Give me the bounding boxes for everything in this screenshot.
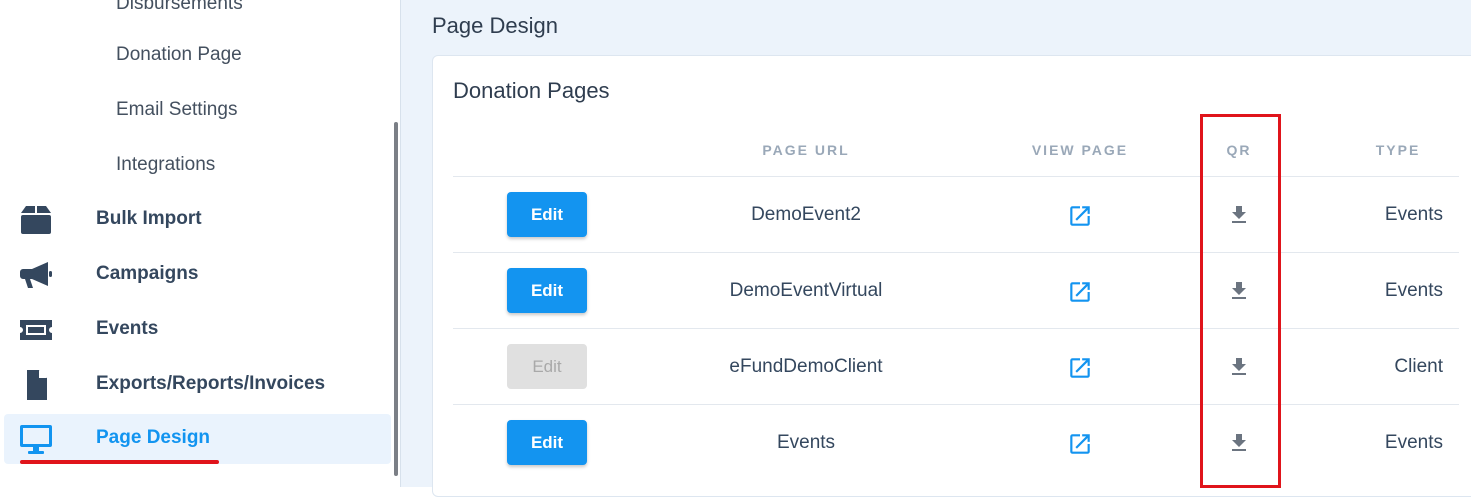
sidebar-subitem-integrations[interactable]: Integrations [116,153,215,177]
download-icon[interactable] [1227,279,1251,303]
external-link-icon[interactable] [1067,431,1093,457]
sidebar-item-campaigns[interactable]: Campaigns [4,250,391,300]
page-type: Events [1384,432,1443,453]
page-url: Events [776,432,836,453]
sidebar-subitem-disbursements[interactable]: Disbursements [116,0,243,16]
page-title: Page Design [432,13,558,38]
sidebar: Disbursements Donation Page Email Settin… [0,0,400,487]
sidebar-item-label: Campaigns [96,263,199,284]
edit-button[interactable]: Edit [507,420,587,465]
monitor-icon [20,425,52,454]
edit-button[interactable]: Edit [507,192,587,237]
table-row: Edit DemoEvent2 Events [453,176,1459,253]
main-content: Page Design Donation Pages PAGE URL VIEW… [400,0,1471,497]
sidebar-item-label: Bulk Import [96,208,202,229]
megaphone-icon [20,262,52,288]
download-icon[interactable] [1227,355,1251,379]
edit-button: Edit [507,344,587,389]
table-row: Edit DemoEventVirtual Events [453,252,1459,329]
page-type: Client [1394,356,1443,377]
download-icon[interactable] [1227,431,1251,455]
annotation-underline [20,460,219,464]
table-row: Edit Events Events [453,404,1459,481]
card-title: Donation Pages [453,78,610,103]
sidebar-item-events[interactable]: Events [4,305,391,355]
column-header-qr: QR [1226,142,1252,158]
page-type: Events [1384,204,1443,225]
external-link-icon[interactable] [1067,203,1093,229]
table-row: Edit eFundDemoClient Client [453,328,1459,405]
sidebar-subitem-email-settings[interactable]: Email Settings [116,98,237,122]
column-header-page-url: PAGE URL [762,142,850,158]
column-header-view-page: VIEW PAGE [1031,142,1129,158]
sidebar-item-label: Exports/Reports/Invoices [96,373,326,394]
column-header-type: TYPE [1375,142,1421,158]
page-url: eFundDemoClient [729,356,883,377]
file-icon [27,370,47,400]
box-icon [21,206,51,234]
edit-button[interactable]: Edit [507,268,587,313]
sidebar-item-label: Events [96,318,159,339]
sidebar-item-bulk-import[interactable]: Bulk Import [4,195,391,245]
donation-pages-card: Donation Pages PAGE URL VIEW PAGE QR TYP… [432,55,1471,497]
sidebar-scrollbar[interactable] [394,122,398,476]
page-type: Events [1384,280,1443,301]
sidebar-subitem-donation-page[interactable]: Donation Page [116,43,242,67]
page-url: DemoEventVirtual [729,280,883,301]
page-url: DemoEvent2 [751,204,861,225]
sidebar-item-label: Page Design [96,427,211,448]
sidebar-item-page-design[interactable]: Page Design [4,414,391,464]
sidebar-item-exports-reports-invoices[interactable]: Exports/Reports/Invoices [4,360,391,410]
download-icon[interactable] [1227,203,1251,227]
ticket-icon [20,320,52,340]
external-link-icon[interactable] [1067,355,1093,381]
external-link-icon[interactable] [1067,279,1093,305]
